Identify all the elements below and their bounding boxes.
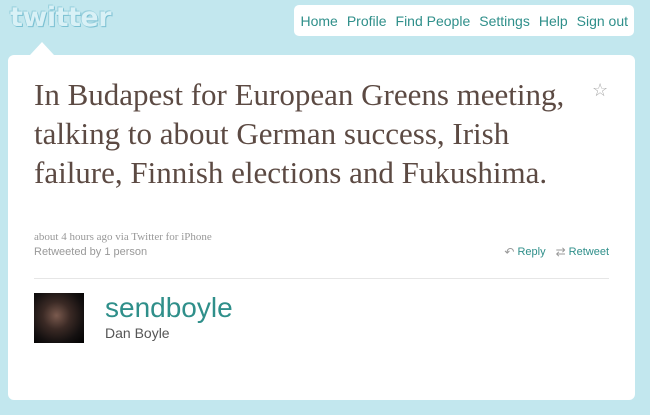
retweet-icon: ⇄ [555,245,566,259]
top-nav: Home Profile Find People Settings Help S… [294,5,634,36]
tweet-actions: ↶ Reply ⇄ Retweet [494,245,609,259]
retweet-label: Retweet [568,246,609,258]
retweeted-by[interactable]: Retweeted by 1 person [34,246,147,258]
nav-sign-out[interactable]: Sign out [577,13,628,29]
card-pointer [30,42,54,55]
reply-arrow-icon: ↶ [504,245,515,259]
star-icon[interactable]: ☆ [592,80,608,101]
nav-help[interactable]: Help [539,13,568,29]
tweet-card: In Budapest for European Greens meeting,… [8,55,635,400]
nav-find-people[interactable]: Find People [396,13,471,29]
avatar[interactable] [34,293,84,343]
author-full-name: Dan Boyle [105,325,170,341]
nav-home[interactable]: Home [300,13,337,29]
tweet-meta: about 4 hours ago via Twitter for iPhone [34,231,212,243]
nav-profile[interactable]: Profile [347,13,387,29]
reply-button[interactable]: ↶ Reply [504,245,545,259]
author-screen-name[interactable]: sendboyle [105,292,233,324]
retweet-button[interactable]: ⇄ Retweet [556,245,609,259]
nav-settings[interactable]: Settings [479,13,530,29]
divider [34,278,609,279]
reply-label: Reply [517,246,546,258]
tweet-text: In Budapest for European Greens meeting,… [34,77,565,190]
twitter-logo[interactable]: twitter [10,2,112,33]
